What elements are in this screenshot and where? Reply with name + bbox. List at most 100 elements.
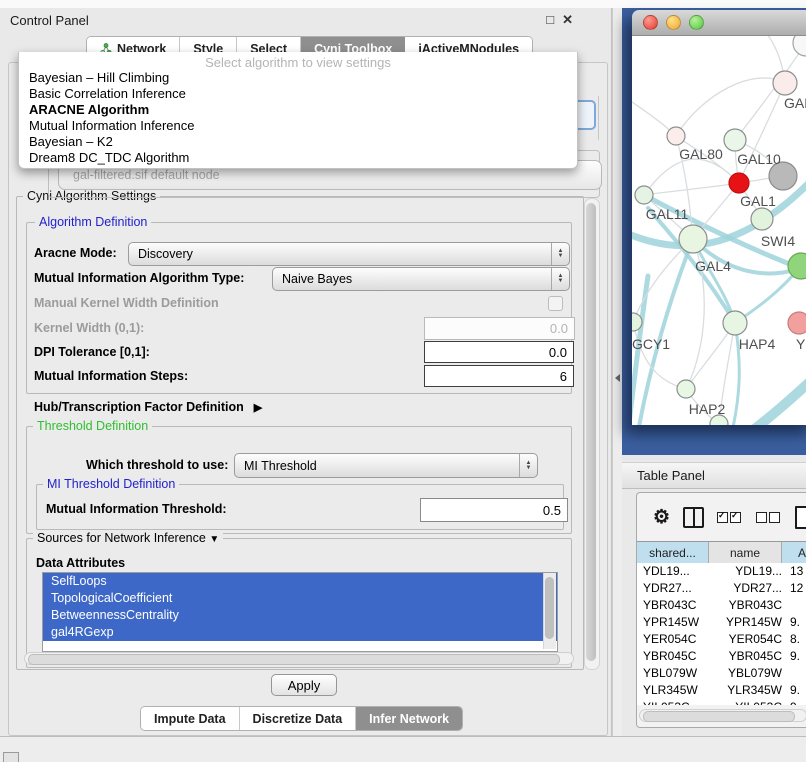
apply-button[interactable]: Apply — [271, 674, 337, 696]
network-combo-value: gal-filtered.sif default node — [73, 168, 220, 182]
popup-prompt: Select algorithm to view settings — [19, 55, 577, 70]
zoom-traffic-light[interactable] — [689, 15, 704, 30]
table-row[interactable]: YER054CYER054C8. — [637, 631, 806, 648]
minimize-traffic-light[interactable] — [666, 15, 681, 30]
mi-steps-label: Mutual Information Steps: — [34, 369, 188, 383]
node-label: GAL — [784, 95, 806, 111]
scrollbar-thumb[interactable] — [643, 711, 795, 722]
table-row[interactable]: YBR043CYBR043C — [637, 597, 806, 614]
attribute-list-item[interactable]: TopologicalCoefficient — [43, 590, 557, 607]
close-icon[interactable]: ✕ — [562, 12, 573, 28]
mi-steps-field[interactable]: 6 — [424, 365, 574, 387]
which-threshold-combo[interactable]: MI Threshold — [234, 453, 538, 478]
table-cell: YER054C — [711, 631, 786, 648]
scrollbar-thumb[interactable] — [28, 654, 560, 665]
network-node[interactable] — [788, 253, 806, 279]
network-node[interactable] — [751, 208, 773, 230]
dpi-tolerance-field[interactable]: 0.0 — [424, 341, 574, 363]
resize-grip[interactable] — [3, 752, 19, 762]
select-all-icon[interactable] — [717, 512, 743, 523]
manual-kernel-checkbox[interactable] — [548, 296, 563, 311]
settings-vertical-scrollbar[interactable] — [584, 198, 600, 670]
mi-type-value: Naive Bayes — [273, 272, 551, 286]
splitter-arrow-icon[interactable] — [615, 374, 620, 382]
deselect-all-icon[interactable] — [756, 512, 782, 523]
network-node[interactable] — [724, 129, 746, 151]
column-header[interactable]: name — [709, 542, 782, 564]
algorithm-dropdown-popup: Select algorithm to view settings Bayesi… — [18, 52, 578, 169]
close-traffic-light[interactable] — [643, 15, 658, 30]
network-node[interactable] — [679, 225, 707, 253]
bottom-strip — [0, 736, 806, 762]
table-cell: 12 — [786, 580, 806, 597]
column-header[interactable]: shared... — [637, 542, 709, 564]
network-node[interactable] — [723, 311, 747, 335]
algorithm-option[interactable]: Bayesian – Hill Climbing — [19, 70, 577, 86]
mi-type-combo[interactable]: Naive Bayes — [272, 267, 570, 291]
document-icon[interactable] — [795, 506, 806, 529]
table-cell: 9. — [786, 614, 806, 631]
network-node[interactable] — [677, 380, 695, 398]
mi-threshold-value: 0.5 — [543, 503, 561, 518]
table-row[interactable]: YPR145WYPR145W9. — [637, 614, 806, 631]
table-row[interactable]: YDL19...YDL19...13 — [637, 563, 806, 580]
dpi-tolerance-value: 0.0 — [549, 345, 567, 360]
table-row[interactable]: YLR345WYLR345W9. — [637, 682, 806, 699]
screen: Control Panel □ ✕ Network Style Select C… — [0, 0, 806, 762]
table-cell: YDR27... — [637, 580, 711, 597]
table-row[interactable]: YBL079WYBL079W — [637, 665, 806, 682]
window-titlebar[interactable] — [632, 10, 806, 36]
network-node[interactable] — [667, 127, 685, 145]
gear-icon[interactable]: ⚙ — [653, 508, 670, 527]
tab-discretize-data[interactable]: Discretize Data — [240, 707, 357, 730]
network-node[interactable] — [729, 173, 749, 193]
table-cell: YPR145W — [711, 614, 786, 631]
attribute-list-item[interactable]: BetweennessCentrality — [43, 607, 557, 624]
attribute-list-item[interactable]: gal4RGexp — [43, 624, 557, 641]
which-threshold-value: MI Threshold — [235, 459, 519, 473]
algorithm-option[interactable]: ARACNE Algorithm — [19, 102, 577, 118]
table-row[interactable]: YIL053CYIL053C9 — [637, 699, 806, 705]
collapsed-arrow-icon: ▶ — [254, 401, 262, 414]
network-node[interactable] — [773, 71, 797, 95]
sources-title[interactable]: Sources for Network Inference ▼ — [33, 531, 223, 545]
table-cell: YDL19... — [711, 563, 786, 580]
algorithm-option[interactable]: Bayesian – K2 — [19, 134, 577, 150]
tab-infer-network[interactable]: Infer Network — [356, 707, 462, 730]
network-canvas[interactable]: GALGAL80GAL10GAL1GAL11SWI4GAL4GCY1HAP4YH… — [632, 36, 806, 425]
scrollbar-thumb[interactable] — [545, 577, 554, 639]
table-cell: YDL19... — [637, 563, 711, 580]
table-row[interactable]: YBR045CYBR045C9. — [637, 648, 806, 665]
table-row[interactable]: YDR27...YDR27...12 — [637, 580, 806, 597]
float-window-icon[interactable]: □ — [546, 12, 554, 28]
network-edge[interactable] — [644, 183, 739, 195]
node-label: GAL11 — [646, 206, 689, 222]
node-label: GAL10 — [737, 151, 781, 167]
mi-threshold-field[interactable]: 0.5 — [420, 498, 568, 522]
tab-impute-data[interactable]: Impute Data — [141, 707, 240, 730]
algorithm-option[interactable]: Mutual Information Inference — [19, 118, 577, 134]
list-vertical-scrollbar[interactable] — [543, 573, 556, 649]
table-cell — [786, 665, 806, 682]
network-edge[interactable] — [748, 378, 806, 425]
network-edge[interactable] — [676, 78, 785, 136]
column-header[interactable]: A — [782, 542, 806, 564]
data-attributes-list[interactable]: SelfLoopsTopologicalCoefficientBetweenne… — [42, 572, 558, 652]
attribute-list-item[interactable]: SelfLoops — [43, 573, 557, 590]
hub-definition-toggle[interactable]: Hub/Transcription Factor Definition ▶ — [34, 400, 262, 414]
columns-icon[interactable] — [683, 507, 704, 528]
scrollbar-thumb[interactable] — [586, 203, 596, 661]
algorithm-option[interactable]: Basic Correlation Inference — [19, 86, 577, 102]
tab-label: Impute Data — [154, 712, 226, 726]
kernel-width-field[interactable]: 0.0 — [424, 317, 575, 340]
algorithm-option[interactable]: Dream8 DC_TDC Algorithm — [19, 150, 577, 166]
aracne-mode-combo[interactable]: Discovery — [128, 242, 570, 266]
kernel-width-label: Kernel Width (0,1): — [34, 321, 144, 335]
network-node[interactable] — [635, 186, 653, 204]
horizontal-scrollbar[interactable] — [24, 652, 574, 665]
table-horizontal-scrollbar[interactable] — [639, 709, 806, 722]
table-cell: YLR345W — [711, 682, 786, 699]
network-node[interactable] — [793, 36, 806, 56]
node-label: HAP4 — [739, 336, 776, 352]
network-node[interactable] — [788, 312, 806, 334]
